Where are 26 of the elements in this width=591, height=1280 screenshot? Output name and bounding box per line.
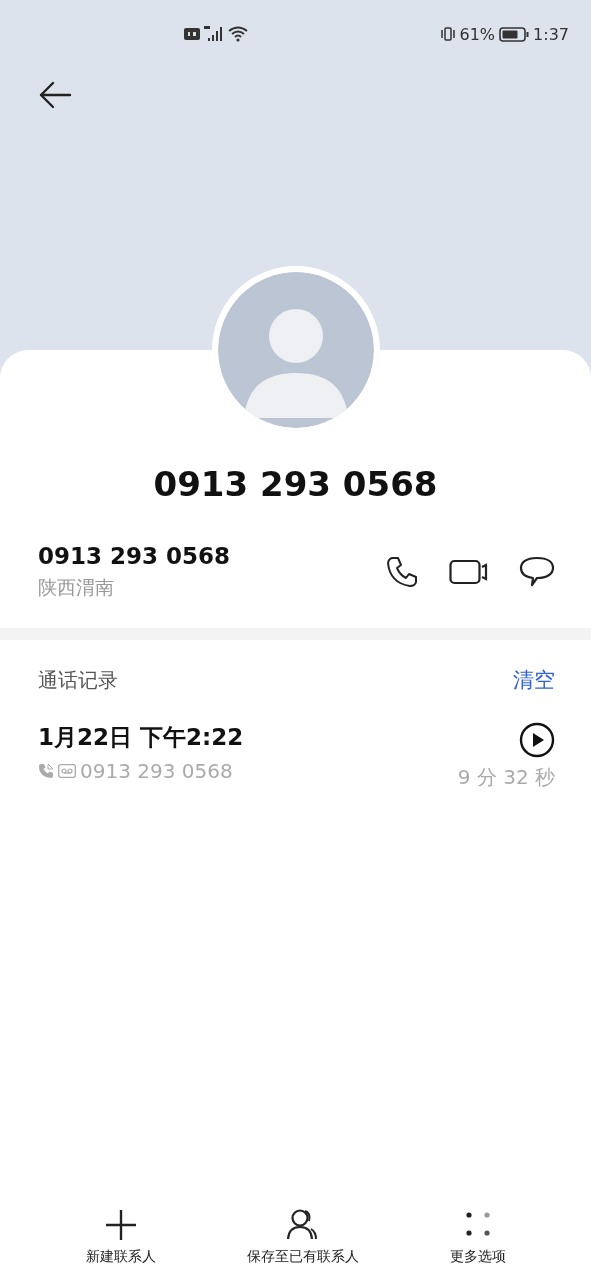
- call-duration: 9 分 32 秒: [457, 764, 555, 791]
- clock: 1:37: [533, 24, 569, 44]
- clear-button[interactable]: 清空: [513, 666, 555, 694]
- contact-title: 0913 293 0568: [152, 464, 439, 504]
- battery-percent: 61%: [459, 24, 496, 44]
- phone-icon[interactable]: [385, 555, 419, 589]
- plus-icon: [103, 1208, 138, 1242]
- video-call-icon[interactable]: [449, 558, 489, 586]
- signal-icon: [204, 26, 224, 42]
- person-icon: [285, 1208, 320, 1242]
- incoming-call-icon: [38, 763, 54, 779]
- call-number: 0913 293 0568: [80, 759, 233, 783]
- action-button[interactable]: 保存至已有联系人: [246, 1208, 359, 1266]
- hd-icon: [184, 28, 200, 40]
- location-label: 陕西渭南: [38, 575, 115, 600]
- vibrate-icon: [439, 26, 456, 42]
- message-icon[interactable]: [519, 555, 555, 589]
- call-date: 1月22日 下午2:22: [38, 723, 244, 752]
- play-button[interactable]: [519, 722, 555, 758]
- battery-icon: [499, 26, 530, 42]
- section-title: 通话记录: [38, 666, 118, 694]
- action-button[interactable]: 新建联系人: [85, 1208, 156, 1266]
- wifi-icon: [228, 26, 248, 42]
- phone-number: 0913 293 0568: [38, 543, 231, 569]
- action-button[interactable]: 更多选项: [449, 1208, 506, 1266]
- avatar-icon: [217, 272, 374, 428]
